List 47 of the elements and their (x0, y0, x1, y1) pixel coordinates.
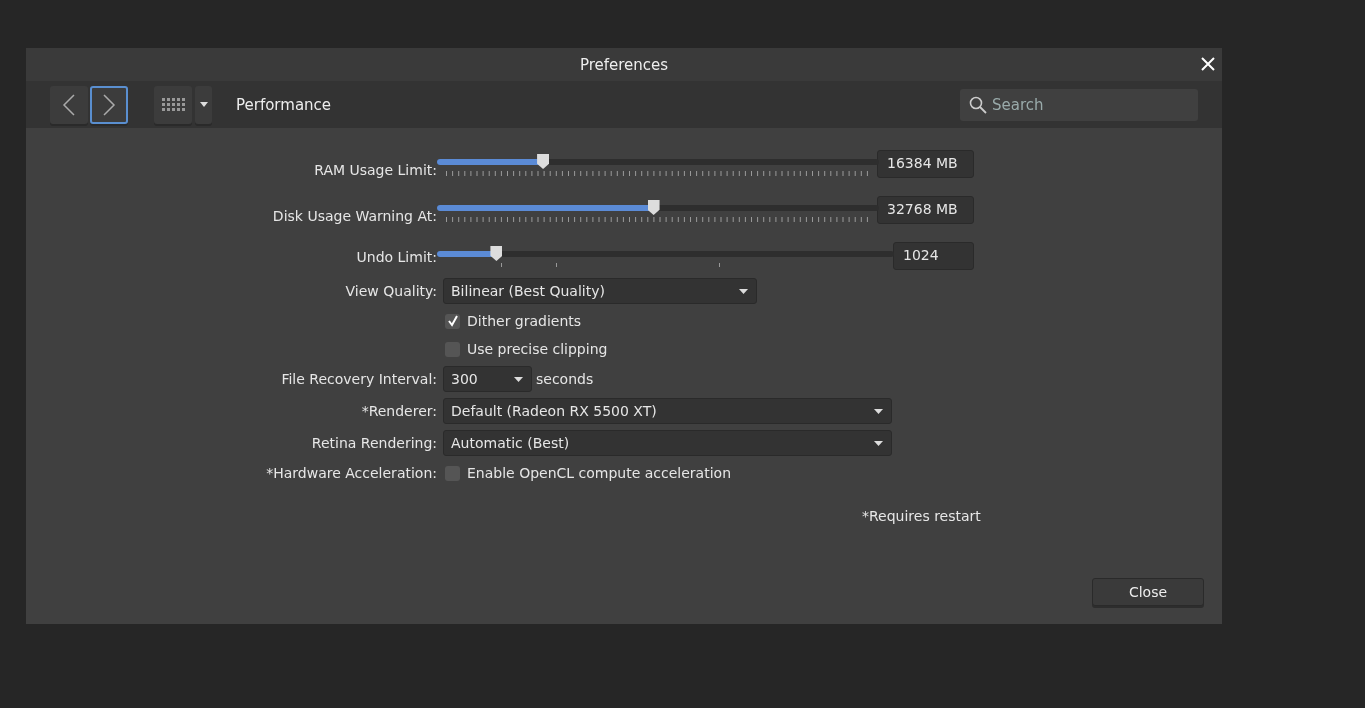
checkmark-icon (446, 315, 459, 327)
caret-icon (199, 102, 208, 107)
slider[interactable] (437, 246, 894, 262)
value-field[interactable]: 32768 MB (877, 196, 974, 224)
close-button[interactable]: Close (1092, 578, 1204, 606)
field-label: RAM Usage Limit: (314, 162, 437, 178)
dropdown[interactable]: Bilinear (Best Quality) (443, 278, 757, 304)
checkbox-label[interactable]: Enable OpenCL compute acceleration (467, 465, 731, 481)
slider-thumb[interactable] (490, 246, 503, 261)
grid-view-button[interactable] (154, 85, 192, 124)
checkbox[interactable] (445, 313, 460, 329)
search-field[interactable]: Search (960, 88, 1198, 121)
field-label: Retina Rendering: (311, 435, 437, 451)
slider[interactable] (437, 200, 879, 216)
slider[interactable] (437, 154, 879, 170)
caret-icon (874, 408, 883, 414)
grid-icon (161, 98, 185, 111)
back-button[interactable] (50, 85, 88, 124)
field-label: Undo Limit: (356, 249, 437, 265)
window-title: Preferences (579, 55, 669, 74)
value-field[interactable]: 16384 MB (877, 150, 974, 178)
footnote: *Requires restart (862, 508, 981, 524)
field-label: Disk Usage Warning At: (272, 208, 437, 224)
field-label: *Renderer: (361, 403, 437, 419)
dropdown-button[interactable] (195, 85, 212, 124)
chevron-right-icon (102, 93, 116, 116)
value-field[interactable]: 1024 (893, 242, 974, 270)
field-label: File Recovery Interval: (281, 371, 437, 387)
checkbox-label[interactable]: Dither gradients (467, 313, 582, 329)
chevron-left-icon (62, 93, 76, 116)
field-label: View Quality: (345, 283, 437, 299)
caret-icon (874, 440, 883, 446)
field-label: *Hardware Acceleration: (266, 465, 437, 481)
unit-label: seconds (536, 371, 594, 387)
close-button[interactable] (1200, 56, 1216, 72)
caret-icon (739, 288, 748, 294)
section-title: Performance (236, 95, 332, 114)
dropdown[interactable]: 300 (443, 366, 532, 392)
caret-icon (514, 376, 523, 382)
slider-thumb[interactable] (537, 154, 550, 169)
forward-button[interactable] (90, 85, 128, 124)
slider-thumb[interactable] (647, 200, 660, 215)
search-icon (969, 95, 987, 114)
dropdown[interactable]: Default (Radeon RX 5500 XT) (443, 398, 892, 424)
dropdown[interactable]: Automatic (Best) (443, 430, 892, 456)
checkbox-label[interactable]: Use precise clipping (467, 341, 608, 357)
close-icon (1201, 57, 1215, 71)
